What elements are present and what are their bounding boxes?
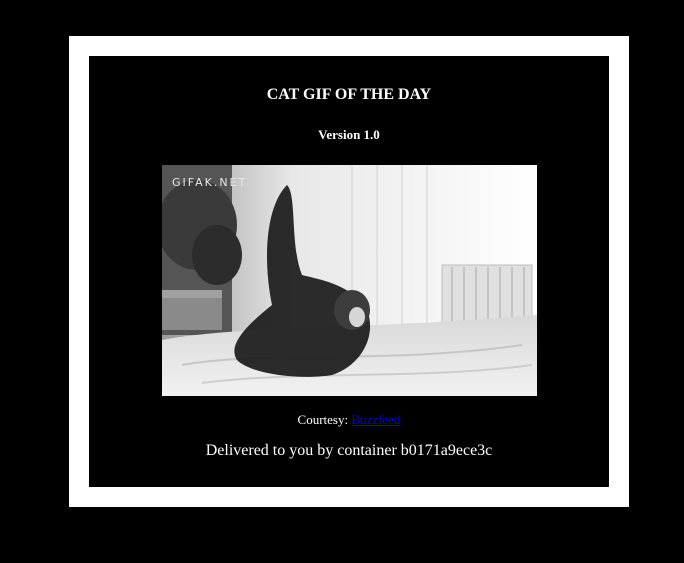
cat-gif-image: GIFAK.NET [162,165,537,396]
buzzfeed-link[interactable]: Buzzfeed [351,412,400,427]
container-info-text: Delivered to you by container b0171a9ece… [205,442,493,459]
page-title: CAT GIF OF THE DAY [266,86,432,103]
cat-gif-illustration [162,165,537,396]
courtesy-line: Courtesy: Buzzfeed [89,412,609,428]
courtesy-label: Courtesy: [297,412,349,427]
content-panel: CAT GIF OF THE DAY Version 1.0 GIFAK.NET… [89,56,609,487]
version-label: Version 1.0 [318,127,380,142]
gif-watermark: GIFAK.NET [172,176,248,189]
